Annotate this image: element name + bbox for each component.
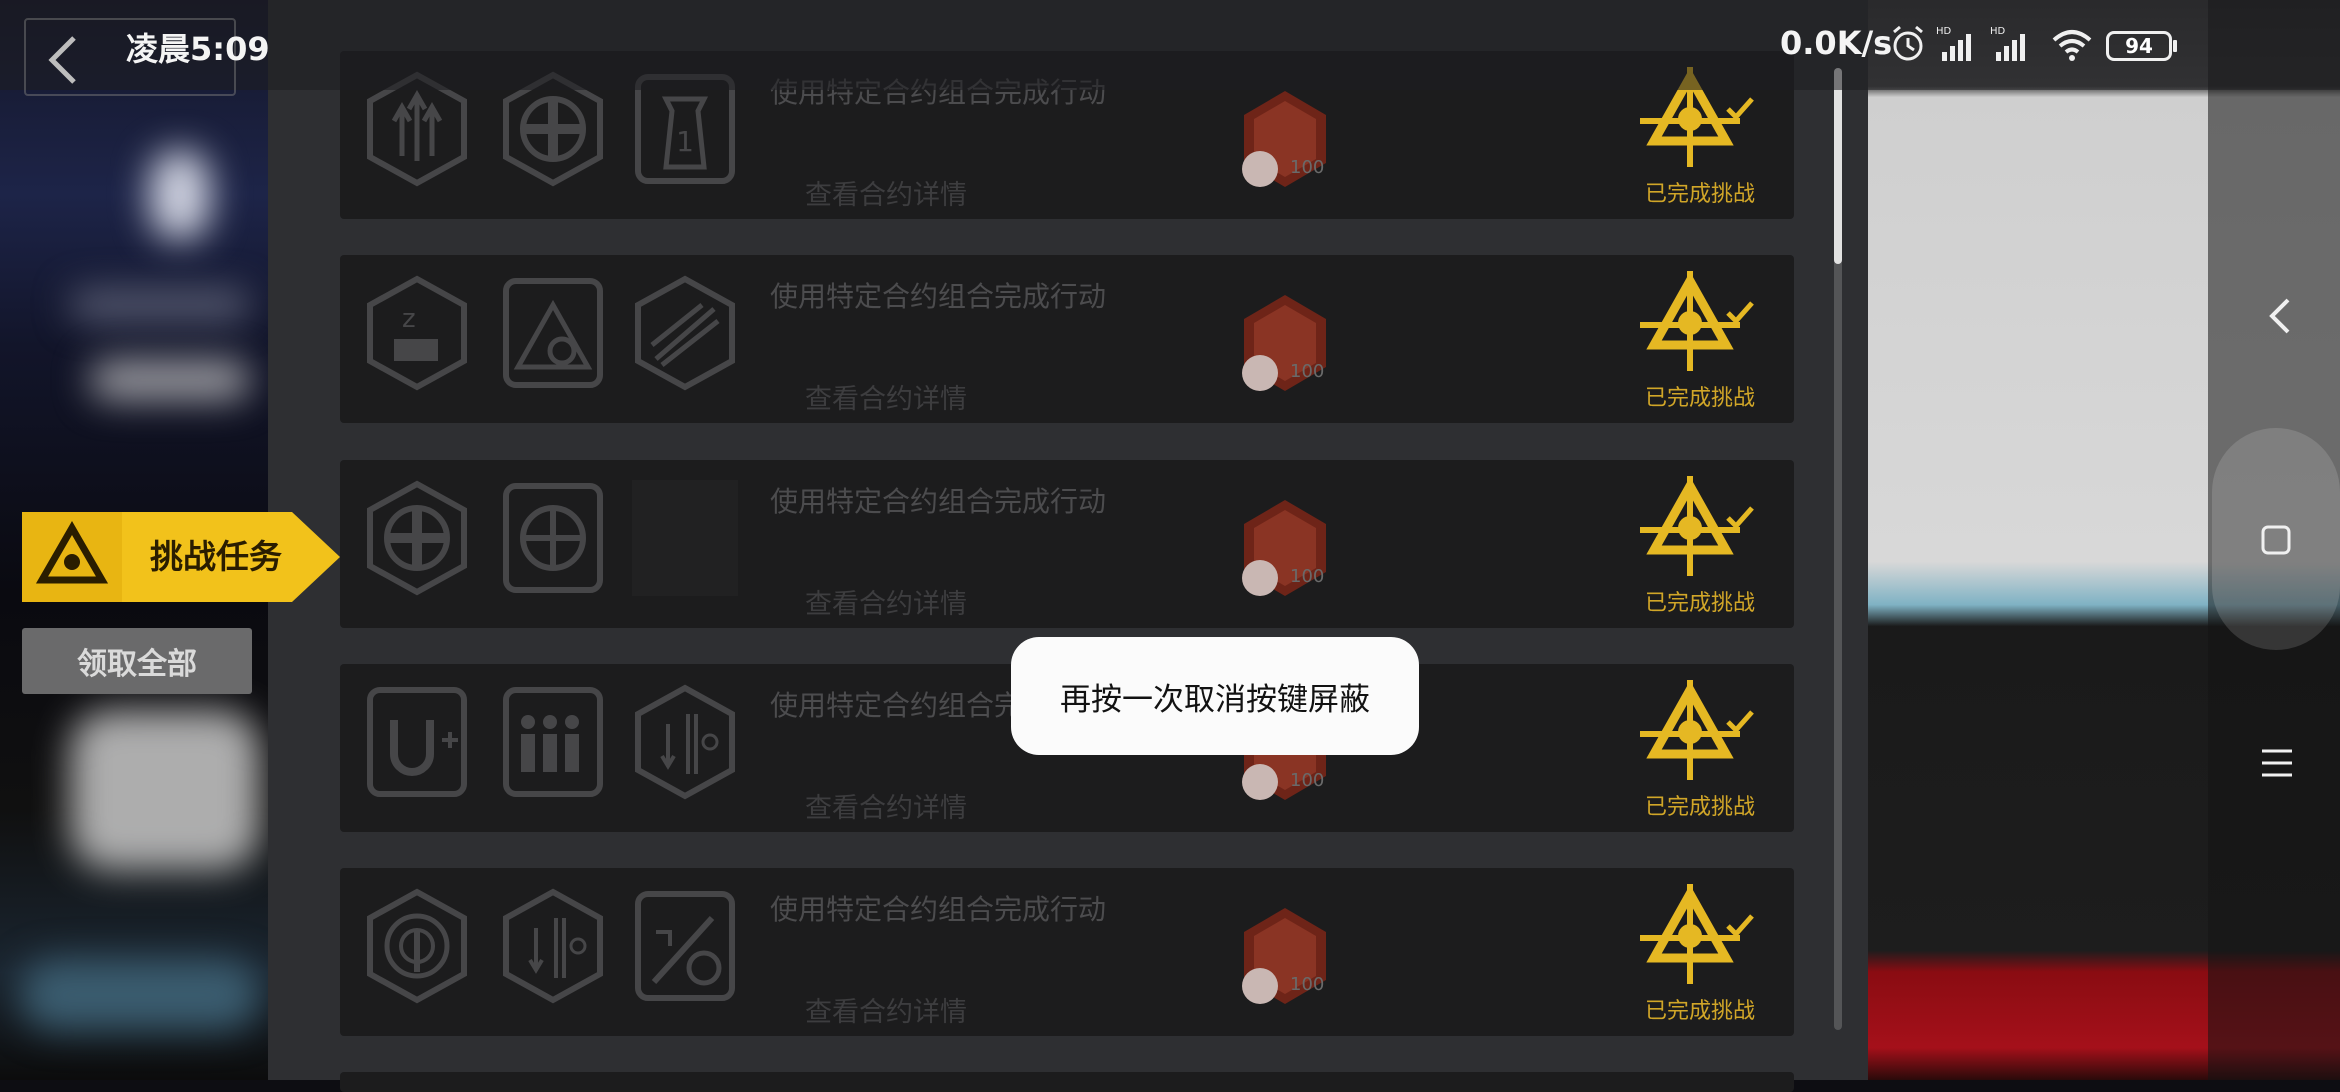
challenge-completed-label: 已完成挑战 xyxy=(1644,795,1755,820)
challenge-completed-label: 已完成挑战 xyxy=(1644,386,1755,411)
completed-badge-icon xyxy=(1640,271,1754,371)
status-bar xyxy=(0,0,2340,90)
svg-text:z: z xyxy=(402,304,416,334)
battery-level: 94 xyxy=(2125,34,2153,58)
sword-clock-icon[interactable] xyxy=(632,888,738,1004)
view-contract-details-link[interactable]: 查看合约详情 xyxy=(805,173,967,212)
completed-badge-icon xyxy=(1640,884,1754,984)
challenge-completed-label: 已完成挑战 xyxy=(1644,999,1755,1024)
network-speed: 0.0K/s xyxy=(1780,24,1893,62)
completed-badge-icon xyxy=(1640,680,1754,780)
task-card: 使用特定合约组合完成行动 查看合约详情 100 已完成挑战 xyxy=(340,460,1794,628)
reward-amount: 100 xyxy=(1290,974,1325,995)
reward-amount: 100 xyxy=(1290,157,1325,178)
view-contract-details-link[interactable]: 查看合约详情 xyxy=(805,377,967,416)
challenge-tasks-tab-label: 挑战任务 xyxy=(150,537,282,576)
blade-hex-icon[interactable] xyxy=(632,275,738,391)
sleep-hex-icon[interactable]: z xyxy=(364,275,470,391)
nav-menu-icon[interactable] xyxy=(2260,748,2294,778)
reward-amount: 100 xyxy=(1290,566,1325,587)
cross-hex-icon[interactable] xyxy=(364,480,470,596)
left-bg-blob xyxy=(70,290,250,320)
alarm-icon xyxy=(1893,25,1923,61)
radar-square-icon[interactable] xyxy=(500,480,606,596)
status-clock: 凌晨5:09 xyxy=(126,30,270,68)
back-chevron-icon xyxy=(48,36,76,84)
challenge-completed-label: 已完成挑战 xyxy=(1644,182,1755,207)
no-down-hex-icon[interactable] xyxy=(632,684,738,800)
battery-cap xyxy=(2173,40,2177,52)
task-card-partial xyxy=(340,1072,1794,1092)
reward-amount: 100 xyxy=(1290,361,1325,382)
people-square-icon[interactable] xyxy=(500,684,606,800)
wifi-icon xyxy=(2052,30,2092,61)
task-card: 使用特定合约组合完成行动 查看合约详情 100 已完成挑战 xyxy=(340,868,1794,1036)
reward-amount: 100 xyxy=(1290,770,1325,791)
signal-hd-icon: HD xyxy=(1936,26,1971,61)
nav-home-icon[interactable] xyxy=(2260,524,2292,556)
task-title: 使用特定合约组合完成行动 xyxy=(770,893,1107,926)
left-bg-blob xyxy=(20,960,260,1030)
nav-back-icon[interactable] xyxy=(2264,292,2294,340)
left-bg-blob xyxy=(90,360,250,400)
magnet-plus-icon[interactable] xyxy=(364,684,470,800)
svg-text:HD: HD xyxy=(1936,26,1952,37)
task-title: 使用特定合约组合完成行动 xyxy=(770,280,1107,313)
snowflake-blank-icon[interactable] xyxy=(632,480,738,596)
svg-text:HD: HD xyxy=(1990,26,2006,37)
left-bg-blob xyxy=(150,150,210,240)
challenge-completed-label: 已完成挑战 xyxy=(1644,591,1755,616)
cost-triangle-icon[interactable] xyxy=(500,275,606,391)
task-card: z 使用特定合约组合完成行动 查看合约详情 100 已完成挑战 xyxy=(340,255,1794,423)
left-bg-blob xyxy=(70,710,260,870)
view-contract-details-link[interactable]: 查看合约详情 xyxy=(805,786,967,825)
target-hex-icon[interactable] xyxy=(364,888,470,1004)
svg-text:1: 1 xyxy=(676,125,694,158)
completed-badge-icon xyxy=(1640,476,1754,576)
signal-hd-icon: HD xyxy=(1990,26,2025,61)
no-down-hex-icon[interactable] xyxy=(500,888,606,1004)
battery-icon: 94 xyxy=(2106,31,2172,61)
claim-all-button[interactable]: 领取全部 xyxy=(22,628,252,694)
toast-message: 再按一次取消按键屏蔽 xyxy=(1011,637,1419,755)
task-title: 使用特定合约组合完成行动 xyxy=(770,485,1107,518)
scrollbar-thumb[interactable] xyxy=(1834,68,1842,264)
view-contract-details-link[interactable]: 查看合约详情 xyxy=(805,990,967,1029)
view-contract-details-link[interactable]: 查看合约详情 xyxy=(805,582,967,621)
